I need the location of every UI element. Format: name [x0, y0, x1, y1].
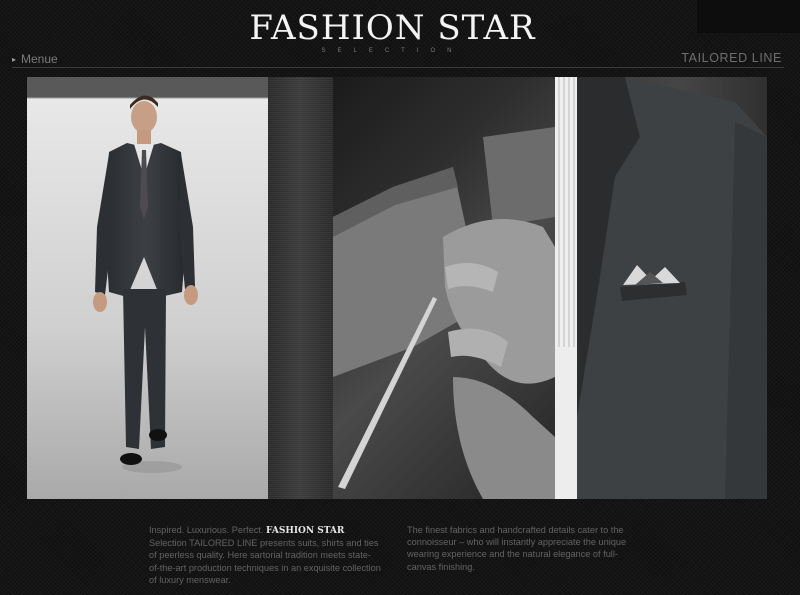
model-figure-illustration: [93, 95, 198, 473]
suit-detail-photo: [555, 77, 767, 499]
intro-body: Selection TAILORED LINE presents suits, …: [149, 538, 381, 585]
suit-detail-illustration: [555, 77, 767, 499]
tailoring-photo: [333, 77, 555, 499]
detail-paragraph: The finest fabrics and handcrafted detai…: [407, 525, 627, 572]
menu-link[interactable]: ▸ Menue: [12, 52, 58, 66]
brand-logo-title: FASHION STAR: [249, 8, 536, 48]
tailoring-illustration: [333, 127, 555, 499]
header-divider: [12, 67, 784, 68]
intro-brand-name: FASHION STAR: [265, 526, 345, 536]
brand-logo-subtitle: SELECTION: [321, 48, 464, 54]
section-title: TAILORED LINE: [681, 51, 782, 65]
fabric-texture-strip: [268, 77, 333, 499]
menu-label: Menue: [21, 52, 58, 66]
intro-lead: Inspired. Luxurious. Perfect.: [149, 525, 264, 535]
model-photo: [27, 77, 268, 499]
intro-paragraph: Inspired. Luxurious. Perfect. FASHION ST…: [149, 524, 381, 586]
triangle-right-icon: ▸: [12, 54, 17, 64]
